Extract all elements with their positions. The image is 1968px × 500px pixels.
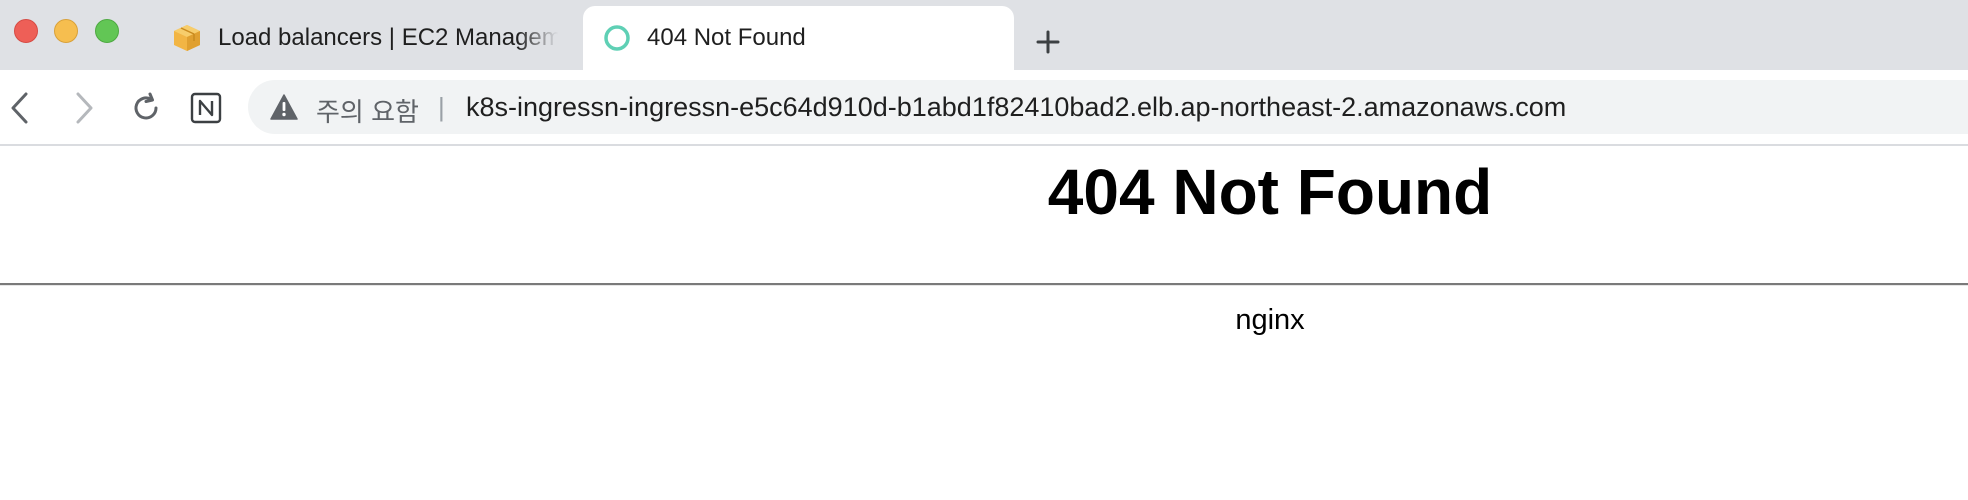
forward-arrow-icon bbox=[76, 92, 93, 124]
address-bar[interactable]: 주의 요함 | k8s-ingressn-ingressn-e5c64d910d… bbox=[248, 80, 1968, 134]
horizontal-rule bbox=[0, 283, 1968, 286]
tab-404-not-found[interactable]: 404 Not Found bbox=[583, 6, 1014, 70]
page-title: 404 Not Found bbox=[1047, 156, 1493, 228]
close-window-button[interactable] bbox=[14, 19, 38, 43]
plus-icon bbox=[1036, 30, 1060, 54]
omnibox-separator: | bbox=[438, 92, 445, 122]
url-text[interactable]: k8s-ingressn-ingressn-e5c64d910d-b1abd1f… bbox=[466, 92, 1566, 123]
new-tab-button[interactable] bbox=[1028, 22, 1068, 62]
tab-strip: Load balancers | EC2 Management Console … bbox=[0, 0, 1968, 70]
tab-label: 404 Not Found bbox=[647, 24, 806, 51]
aws-box-icon bbox=[172, 23, 202, 53]
warning-triangle-icon[interactable] bbox=[270, 94, 298, 120]
forward-button[interactable] bbox=[64, 88, 104, 128]
back-arrow-icon bbox=[11, 92, 28, 124]
security-status-text[interactable]: 주의 요함 bbox=[316, 92, 419, 129]
maximize-window-button[interactable] bbox=[95, 19, 119, 43]
notion-icon bbox=[190, 92, 222, 124]
notion-extension-button[interactable] bbox=[186, 88, 226, 128]
tab-load-balancers[interactable]: Load balancers | EC2 Management Console bbox=[160, 6, 570, 70]
browser-toolbar: 주의 요함 | k8s-ingressn-ingressn-e5c64d910d… bbox=[0, 70, 1968, 146]
reload-icon bbox=[134, 92, 158, 120]
loading-ring-icon bbox=[603, 24, 631, 52]
page-content: 404 Not Found nginx bbox=[0, 146, 1968, 500]
reload-button[interactable] bbox=[126, 88, 166, 128]
tab-label: Load balancers | EC2 Management Console bbox=[218, 24, 558, 51]
minimize-window-button[interactable] bbox=[54, 19, 78, 43]
back-button[interactable] bbox=[0, 88, 40, 128]
browser-window: Load balancers | EC2 Management Console … bbox=[0, 0, 1968, 500]
server-signature: nginx bbox=[1235, 304, 1305, 336]
